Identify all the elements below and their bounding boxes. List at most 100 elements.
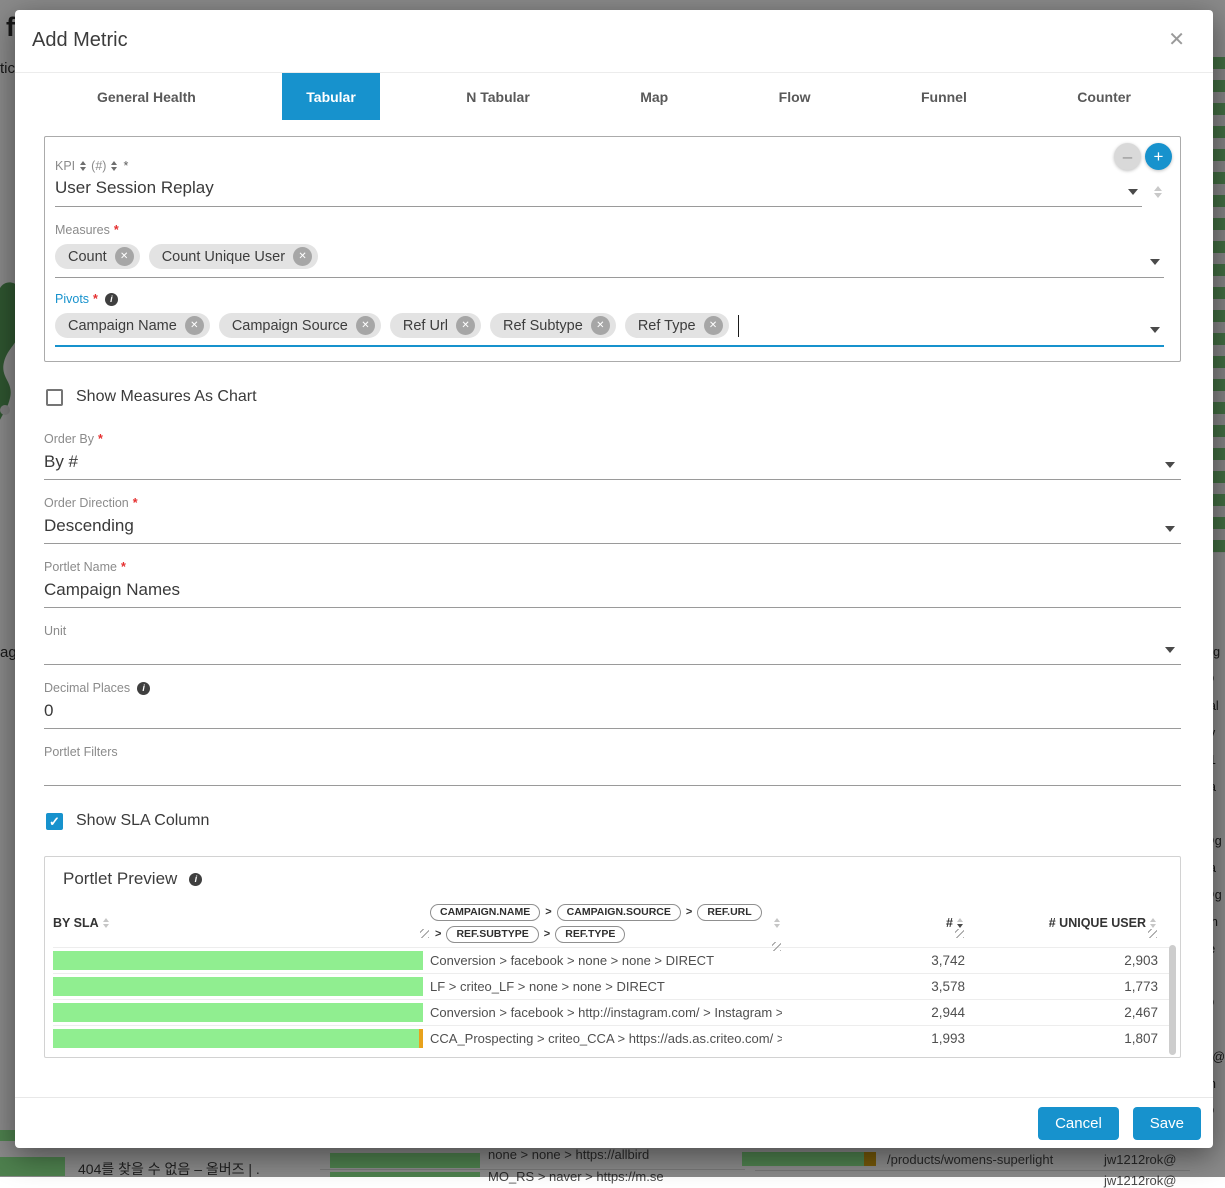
- chip-remove-icon[interactable]: ✕: [456, 316, 475, 335]
- portlet-filters-input[interactable]: [44, 759, 1181, 786]
- stepper-icon[interactable]: [1154, 186, 1162, 198]
- column-resize-handle[interactable]: [1148, 929, 1157, 938]
- chevron-down-icon[interactable]: [1150, 327, 1160, 333]
- portlet-filters-field[interactable]: Portlet Filters: [44, 745, 1181, 786]
- tab-flow[interactable]: Flow: [755, 73, 835, 120]
- chip-remove-icon[interactable]: ✕: [293, 247, 312, 266]
- row-unique-users: 2,467: [965, 1005, 1158, 1020]
- sort-order-icon[interactable]: [80, 161, 86, 171]
- chip-remove-icon[interactable]: ✕: [185, 316, 204, 335]
- pill-separator: >: [545, 906, 551, 918]
- unit-value: [44, 638, 1181, 665]
- tab-n-tabular[interactable]: N Tabular: [442, 73, 554, 120]
- info-icon[interactable]: i: [105, 293, 118, 306]
- chip-label: Campaign Source: [232, 318, 348, 334]
- sla-warning-segment: [419, 1029, 423, 1048]
- checkbox-label: Show SLA Column: [76, 812, 209, 830]
- field-label: Portlet Filters: [44, 745, 1181, 759]
- row-pivot-path: LF > criteo_LF > none > none > DIRECT: [430, 979, 782, 994]
- measures-multiselect[interactable]: Count✕ Count Unique User✕: [55, 242, 1164, 278]
- pivot-pill: CAMPAIGN.NAME: [430, 904, 540, 921]
- save-button[interactable]: Save: [1133, 1107, 1201, 1140]
- order-direction-field[interactable]: Order Direction* Descending: [44, 496, 1181, 544]
- kpi-select[interactable]: User Session Replay: [55, 175, 1142, 207]
- chevron-down-icon[interactable]: [1150, 259, 1160, 265]
- modal-header: Add Metric ✕: [15, 10, 1213, 73]
- remove-kpi-button[interactable]: –: [1114, 143, 1141, 170]
- preview-table-row: LF > criteo_LF > none > none > DIRECT3,5…: [53, 973, 1174, 999]
- unit-field[interactable]: Unit: [44, 624, 1181, 665]
- tab-tabular[interactable]: Tabular: [282, 73, 380, 120]
- checkbox-checked[interactable]: ✓: [46, 813, 63, 830]
- pill-separator: >: [686, 906, 692, 918]
- tab-general-health[interactable]: General Health: [73, 73, 220, 120]
- pivots-multiselect[interactable]: Campaign Name✕Campaign Source✕Ref Url✕Re…: [55, 311, 1164, 347]
- preview-table-header: BY SLA CAMPAIGN.NAME>CAMPAIGN.SOURCE>REF…: [53, 899, 1174, 947]
- portlet-preview-box: Portlet Preview i BY SLA CAMPAIGN.NAME > C…: [44, 856, 1181, 1058]
- header-count[interactable]: #: [782, 916, 965, 930]
- tab-map[interactable]: Map: [616, 73, 692, 120]
- tab-counter[interactable]: Counter: [1053, 73, 1155, 120]
- chevron-down-icon[interactable]: [1128, 189, 1138, 195]
- scrollbar-thumb[interactable]: [1169, 945, 1176, 1055]
- field-label: Decimal Places i: [44, 681, 1181, 695]
- modal-footer: Cancel Save: [15, 1097, 1213, 1148]
- pivots-label: Pivots* i: [55, 292, 1164, 306]
- sort-order-icon[interactable]: [111, 161, 117, 171]
- sort-icon[interactable]: [774, 918, 780, 928]
- field-label: Order Direction*: [44, 496, 1181, 510]
- column-resize-handle[interactable]: [420, 929, 429, 938]
- chevron-down-icon[interactable]: [1165, 647, 1175, 653]
- portlet-name-input[interactable]: Campaign Names: [44, 574, 1181, 608]
- sla-bar: [53, 977, 423, 996]
- row-pivot-path: Conversion > facebook > none > none > DI…: [430, 953, 782, 968]
- show-measures-as-chart-toggle[interactable]: Show Measures As Chart: [46, 388, 1181, 406]
- portlet-name-field[interactable]: Portlet Name* Campaign Names: [44, 560, 1181, 608]
- add-kpi-button[interactable]: +: [1145, 143, 1172, 170]
- chip-label: Ref Url: [403, 318, 448, 334]
- pivot-pill: REF.TYPE: [555, 926, 625, 943]
- sort-icon[interactable]: [103, 918, 109, 928]
- chevron-down-icon[interactable]: [1165, 526, 1175, 532]
- order-by-value: By #: [44, 446, 1181, 480]
- chip-remove-icon[interactable]: ✕: [356, 316, 375, 335]
- chevron-down-icon[interactable]: [1165, 462, 1175, 468]
- kpi-label: KPI (#) *: [55, 159, 1164, 173]
- row-unique-users: 2,903: [965, 953, 1158, 968]
- info-icon[interactable]: i: [137, 682, 150, 695]
- field-label: Portlet Name*: [44, 560, 1181, 574]
- decimal-places-field[interactable]: Decimal Places i 0: [44, 681, 1181, 729]
- sort-icon[interactable]: [1150, 918, 1156, 928]
- row-count: 1,993: [782, 1031, 965, 1046]
- chip-count: Count✕: [55, 244, 140, 269]
- chip-remove-icon[interactable]: ✕: [704, 316, 723, 335]
- sort-descending-icon[interactable]: [957, 918, 963, 928]
- row-pivot-path: Conversion > facebook > http://instagram…: [430, 1005, 782, 1020]
- portlet-preview-title: Portlet Preview i: [63, 869, 1174, 889]
- cancel-button[interactable]: Cancel: [1038, 1107, 1119, 1140]
- decimal-places-input[interactable]: 0: [44, 695, 1181, 729]
- info-icon[interactable]: i: [189, 873, 202, 886]
- order-by-field[interactable]: Order By* By #: [44, 432, 1181, 480]
- add-metric-modal: Add Metric ✕ General Health Tabular N Tabu…: [15, 10, 1213, 1148]
- kpi-selected-value: User Session Replay: [55, 178, 214, 197]
- chip-campaign-name: Campaign Name✕: [55, 313, 210, 338]
- close-icon[interactable]: ✕: [1168, 29, 1185, 51]
- field-label: Order By*: [44, 432, 1181, 446]
- header-pivots[interactable]: CAMPAIGN.NAME>CAMPAIGN.SOURCE>REF.URL>RE…: [430, 904, 782, 943]
- column-resize-handle[interactable]: [772, 942, 781, 951]
- checkbox-unchecked[interactable]: [46, 389, 63, 406]
- modal-content: – + KPI (#) * User Session Replay Measur…: [15, 120, 1213, 1097]
- kpi-group-box: – + KPI (#) * User Session Replay Measur…: [44, 136, 1181, 362]
- checkbox-label: Show Measures As Chart: [76, 388, 257, 406]
- header-unique-user[interactable]: # UNIQUE USER: [965, 916, 1158, 930]
- chip-count-unique-user: Count Unique User✕: [149, 244, 318, 269]
- header-by-sla[interactable]: BY SLA: [53, 916, 430, 930]
- chip-remove-icon[interactable]: ✕: [115, 247, 134, 266]
- column-resize-handle[interactable]: [955, 929, 964, 938]
- chip-remove-icon[interactable]: ✕: [591, 316, 610, 335]
- tab-funnel[interactable]: Funnel: [897, 73, 991, 120]
- preview-table-row: Conversion > facebook > none > none > DI…: [53, 947, 1174, 973]
- show-sla-column-toggle[interactable]: ✓ Show SLA Column: [46, 812, 1181, 830]
- preview-table-row: CCA_Prospecting > criteo_CCA > https://a…: [53, 1025, 1174, 1051]
